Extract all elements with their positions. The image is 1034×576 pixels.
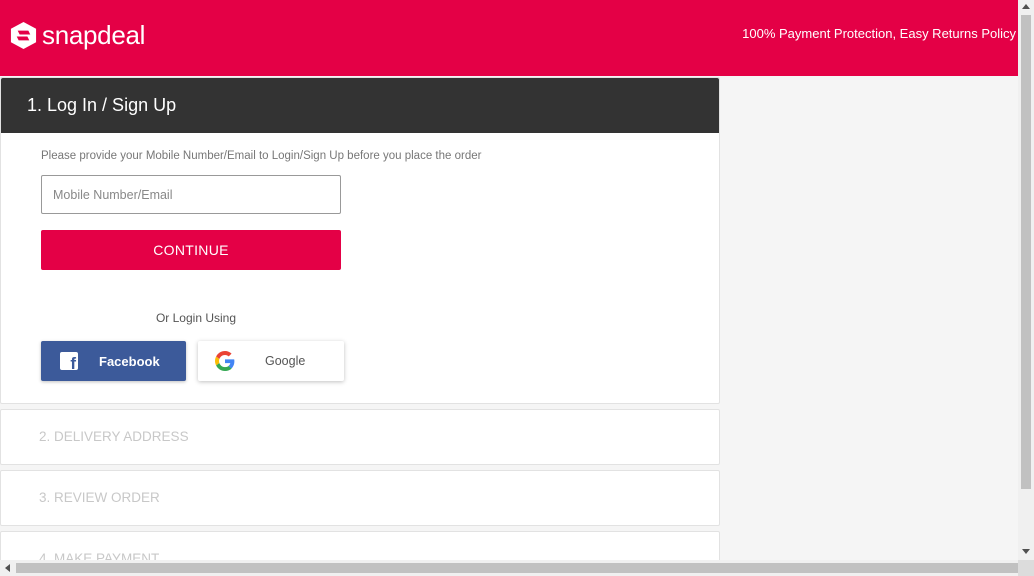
delivery-address-step: 2. DELIVERY ADDRESS: [0, 409, 720, 465]
site-header: snapdeal 100% Payment Protection, Easy R…: [0, 0, 1018, 76]
snapdeal-logo-icon: [10, 21, 37, 50]
google-icon: [215, 351, 235, 371]
vertical-scroll-thumb[interactable]: [1021, 15, 1031, 489]
login-step-title: 1. Log In / Sign Up: [1, 78, 719, 133]
snapdeal-logo[interactable]: snapdeal: [9, 20, 145, 51]
scroll-left-arrow-icon[interactable]: [5, 564, 10, 572]
login-step-card: 1. Log In / Sign Up Please provide your …: [0, 77, 720, 404]
scroll-down-arrow-icon[interactable]: [1022, 549, 1030, 554]
google-label: Google: [265, 354, 306, 368]
vertical-scrollbar[interactable]: [1018, 0, 1034, 560]
mobile-email-input[interactable]: [41, 175, 341, 214]
scroll-up-arrow-icon[interactable]: [1022, 4, 1030, 9]
facebook-icon: f: [60, 352, 78, 372]
or-login-using-label: Or Login Using: [155, 311, 237, 325]
horizontal-scroll-thumb[interactable]: [16, 563, 1021, 573]
review-order-step: 3. REVIEW ORDER: [0, 470, 720, 526]
header-tagline: 100% Payment Protection, Easy Returns Po…: [742, 26, 1016, 41]
facebook-login-button[interactable]: f Facebook: [41, 341, 186, 381]
horizontal-scrollbar[interactable]: [0, 560, 1034, 576]
continue-button[interactable]: CONTINUE: [41, 230, 341, 270]
login-hint: Please provide your Mobile Number/Email …: [41, 150, 482, 162]
google-login-button[interactable]: Google: [198, 341, 344, 381]
facebook-label: Facebook: [99, 353, 160, 369]
brand-name: snapdeal: [42, 20, 146, 50]
scrollbar-corner: [1018, 560, 1034, 576]
